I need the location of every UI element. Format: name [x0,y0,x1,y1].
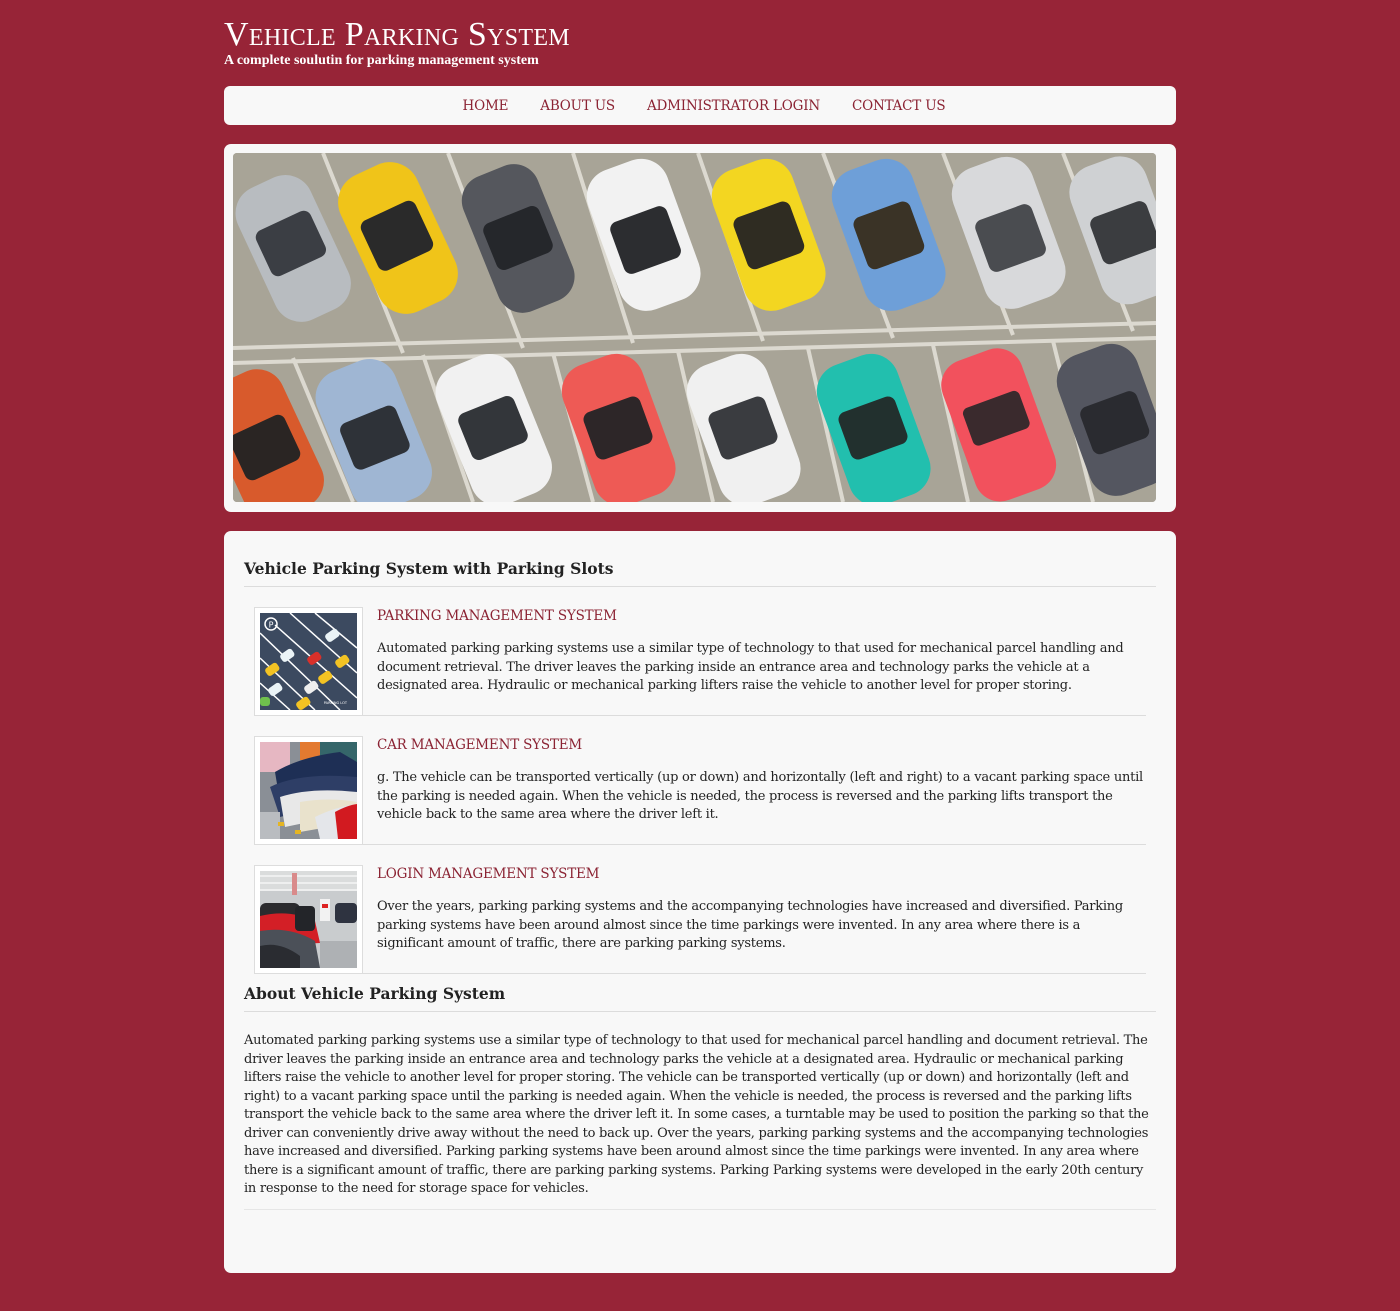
parking-lot-illustration: P PARKING LOT [260,613,357,710]
feature-body: PARKING MANAGEMENT SYSTEM Automated park… [377,607,1146,705]
nav-about-us[interactable]: ABOUT US [540,98,615,114]
nav-contact-us[interactable]: CONTACT US [852,98,946,114]
nav-home[interactable]: HOME [463,98,509,114]
feature-item: P PARKING LOT PARKING MANAGEMENT SYSTEM … [254,587,1146,716]
main-content: Vehicle Parking System with Parking Slot… [224,531,1176,1273]
feature-title[interactable]: CAR MANAGEMENT SYSTEM [377,737,1146,753]
svg-text:PARKING LOT: PARKING LOT [324,701,348,705]
feature-thumbnail: P PARKING LOT [254,607,363,716]
banner [224,144,1176,512]
aerial-parking-lot-image [233,153,1156,502]
section-heading-about: About Vehicle Parking System [244,984,1156,1012]
feature-text: g. The vehicle can be transported vertic… [377,770,1143,822]
feature-body: CAR MANAGEMENT SYSTEM g. The vehicle can… [377,736,1146,834]
site-header: Vehicle Parking System A complete soulut… [224,16,570,68]
feature-thumbnail [254,865,363,974]
nav-administrator-login[interactable]: ADMINISTRATOR LOGIN [647,98,820,114]
feature-item: CAR MANAGEMENT SYSTEM g. The vehicle can… [254,716,1146,845]
parking-garage-photo [260,871,357,968]
banner-image [233,153,1156,502]
site-subtitle: A complete soulutin for parking manageme… [224,53,539,68]
site-title: Vehicle Parking System [224,16,570,53]
feature-body: LOGIN MANAGEMENT SYSTEM Over the years, … [377,865,1146,963]
section-heading-parking-slots: Vehicle Parking System with Parking Slot… [244,559,1156,587]
feature-item: LOGIN MANAGEMENT SYSTEM Over the years, … [254,845,1146,974]
parked-cars-photo [260,742,357,839]
feature-list: P PARKING LOT PARKING MANAGEMENT SYSTEM … [254,587,1146,974]
feature-title[interactable]: LOGIN MANAGEMENT SYSTEM [377,866,1146,882]
feature-thumbnail [254,736,363,845]
feature-text: Automated parking parking systems use a … [377,641,1124,693]
about-text: Automated parking parking systems use a … [244,1032,1156,1210]
feature-text: Over the years, parking parking systems … [377,899,1123,951]
feature-title[interactable]: PARKING MANAGEMENT SYSTEM [377,608,1146,624]
main-nav: HOME ABOUT US ADMINISTRATOR LOGIN CONTAC… [224,86,1176,125]
svg-text:P: P [269,621,274,630]
